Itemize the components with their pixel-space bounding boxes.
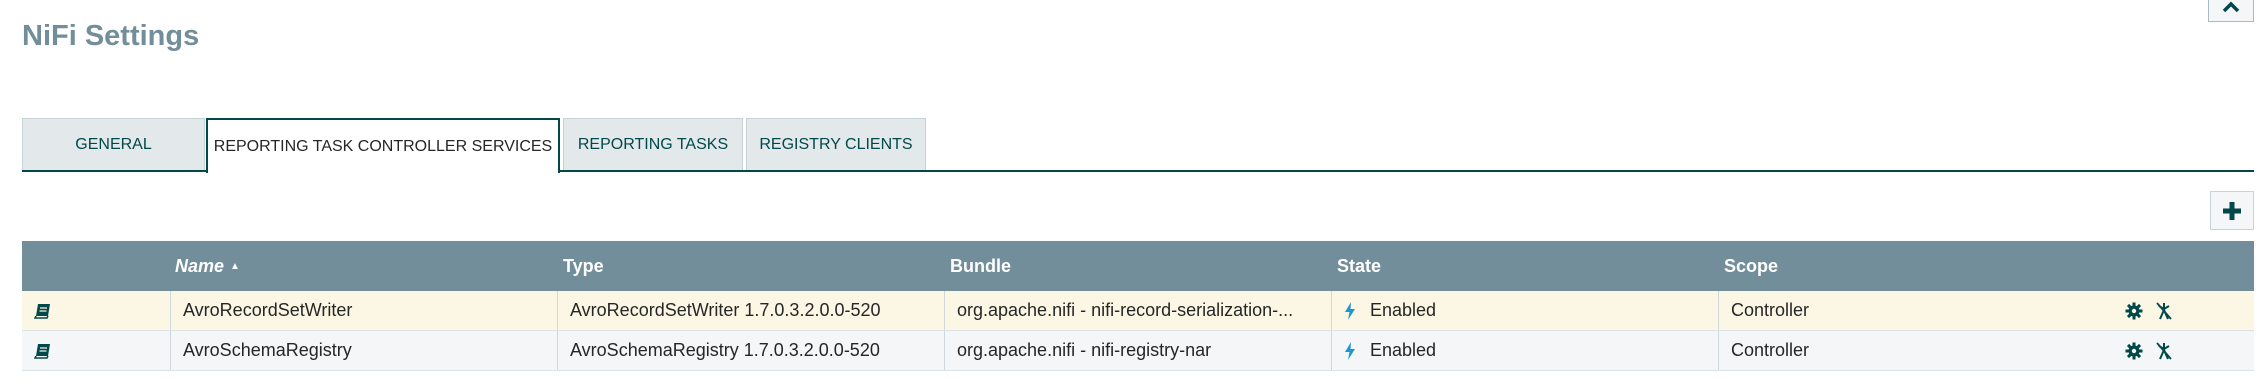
column-header-scope[interactable]: Scope [1724, 241, 1778, 291]
gear-icon[interactable] [2125, 302, 2143, 320]
book-icon[interactable] [34, 343, 52, 359]
disable-icon[interactable] [2155, 341, 2173, 361]
bundle-text: org.apache.nifi - nifi-record-serializat… [957, 300, 1294, 320]
name-cell: AvroRecordSetWriter [170, 291, 557, 330]
disable-icon[interactable] [2155, 301, 2173, 321]
lightning-icon [1344, 301, 1356, 320]
state-text: Enabled [1370, 300, 1437, 320]
table-header: Name ▲ Type Bundle State Scope [22, 241, 2254, 291]
column-header-bundle[interactable]: Bundle [950, 241, 1011, 291]
state-text: Enabled [1370, 340, 1437, 360]
column-header-name[interactable]: Name ▲ [175, 241, 240, 291]
column-header-type[interactable]: Type [563, 241, 604, 291]
page-title: NiFi Settings [22, 20, 200, 52]
tab-general[interactable]: GENERAL [22, 118, 205, 170]
usage-cell [22, 291, 170, 330]
lightning-icon [1344, 341, 1356, 360]
tab-reporting-task-controller-services[interactable]: REPORTING TASK CONTROLLER SERVICES [206, 118, 560, 173]
column-header-state[interactable]: State [1337, 241, 1381, 291]
state-cell: Enabled [1331, 331, 1718, 370]
book-icon[interactable] [34, 303, 52, 319]
row-actions [2125, 331, 2173, 370]
tab-reporting-tasks[interactable]: REPORTING TASKS [563, 118, 743, 170]
type-cell: AvroSchemaRegistry 1.7.0.3.2.0.0-520 [557, 331, 944, 370]
table-row[interactable]: AvroRecordSetWriter AvroRecordSetWriter … [22, 291, 2254, 331]
add-controller-service-button[interactable] [2210, 191, 2254, 230]
bundle-cell: org.apache.nifi - nifi-record-serializat… [944, 291, 1331, 330]
table-row[interactable]: AvroSchemaRegistry AvroSchemaRegistry 1.… [22, 331, 2254, 371]
close-icon [2222, 1, 2240, 21]
controller-services-table: Name ▲ Type Bundle State Scope AvroRecor… [22, 241, 2254, 371]
bundle-cell: org.apache.nifi - nifi-registry-nar [944, 331, 1331, 370]
bundle-text: org.apache.nifi - nifi-registry-nar [957, 340, 1212, 360]
column-header-name-label: Name [175, 255, 225, 276]
gear-icon[interactable] [2125, 342, 2143, 360]
sort-ascending-icon: ▲ [230, 260, 240, 272]
tab-registry-clients[interactable]: REGISTRY CLIENTS [746, 118, 926, 170]
type-cell: AvroRecordSetWriter 1.7.0.3.2.0.0-520 [557, 291, 944, 330]
usage-cell [22, 331, 170, 370]
row-actions [2125, 291, 2173, 330]
name-cell: AvroSchemaRegistry [170, 331, 557, 370]
close-button[interactable] [2208, 0, 2254, 22]
state-cell: Enabled [1331, 291, 1718, 330]
settings-page: NiFi Settings GENERAL REPORTING TASK CON… [0, 0, 2262, 389]
plus-icon [2221, 200, 2243, 222]
scope-cell: Controller [1718, 331, 2105, 370]
scope-cell: Controller [1718, 291, 2105, 330]
